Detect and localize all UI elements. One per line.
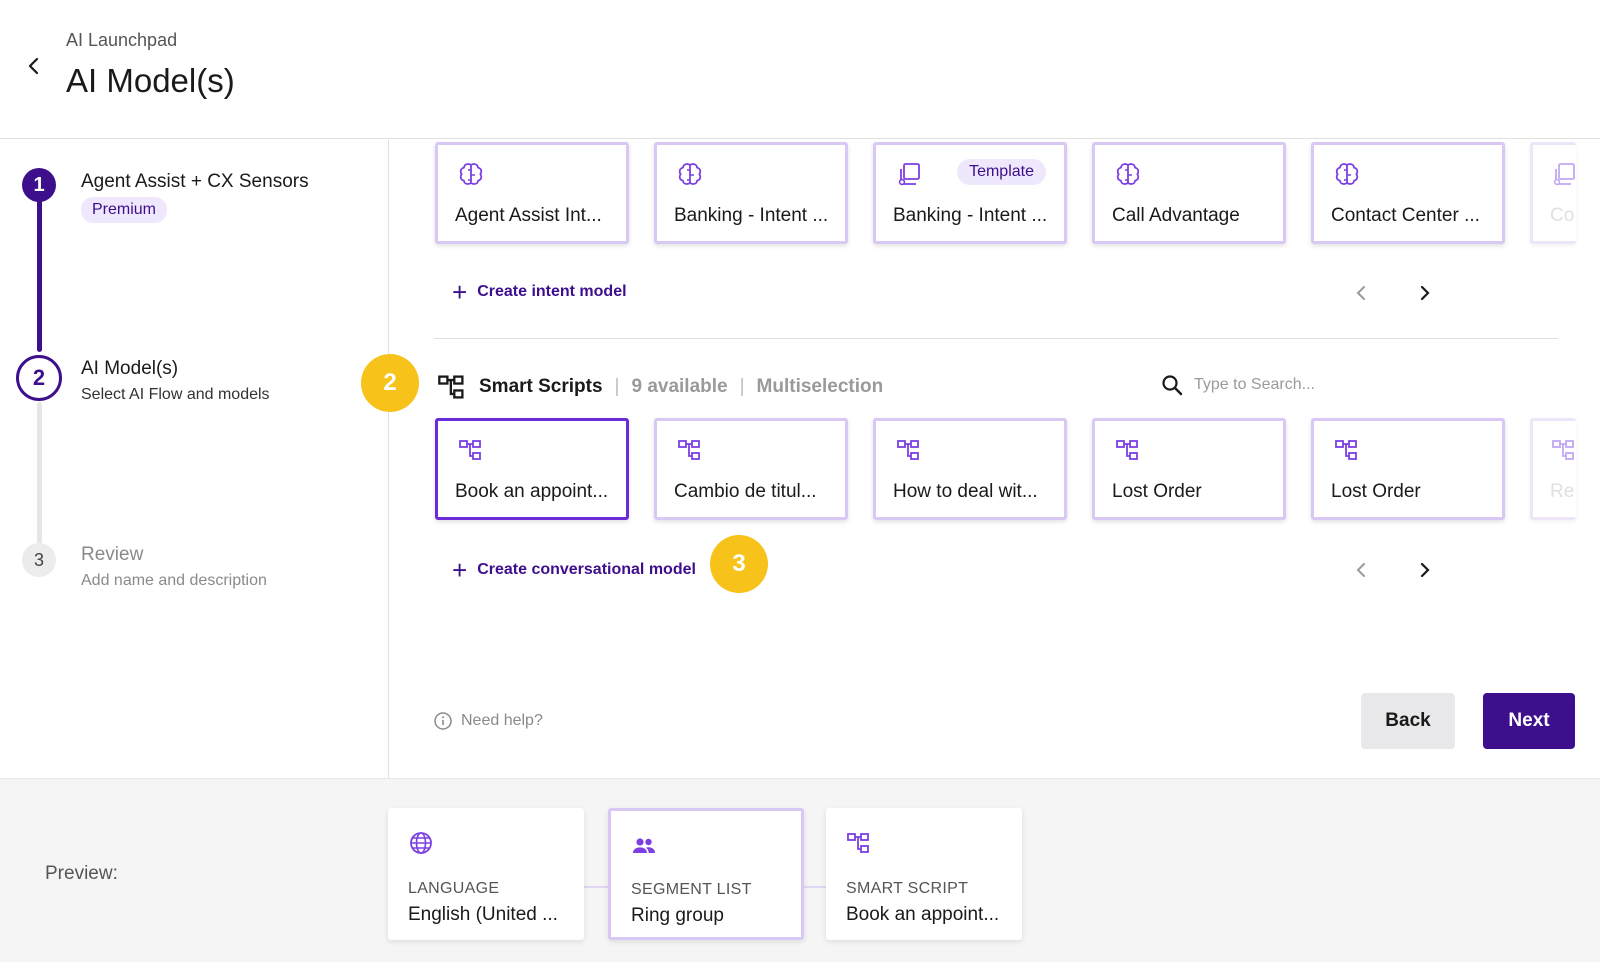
section-title: Smart Scripts <box>479 376 603 397</box>
info-icon <box>434 712 452 730</box>
chevron-right-icon[interactable] <box>1413 559 1435 581</box>
intent-model-card[interactable]: Banking - Intent ... <box>654 142 848 244</box>
available-count: 9 available <box>631 376 728 397</box>
smart-script-card[interactable]: Book an appoint... <box>435 418 629 520</box>
flow-icon <box>437 372 467 402</box>
step-1-title[interactable]: Agent Assist + CX Sensors <box>81 171 309 193</box>
create-conversational-model-link[interactable]: + Create conversational model <box>452 555 696 585</box>
flow-icon <box>846 830 872 856</box>
step-2-indicator: 2 <box>16 355 62 401</box>
brain-icon <box>1334 161 1360 187</box>
step-2-title[interactable]: AI Model(s) <box>81 358 178 380</box>
smart-script-card-partial[interactable]: Re <box>1530 418 1576 520</box>
step-connector-done <box>37 198 42 352</box>
section-divider <box>434 338 1558 339</box>
smart-script-card[interactable]: Lost Order <box>1311 418 1505 520</box>
brain-icon <box>677 161 703 187</box>
plus-icon: + <box>452 555 468 585</box>
card-label: Banking - Intent ... <box>674 205 829 226</box>
card-label: Lost Order <box>1331 481 1421 502</box>
card-label: Book an appoint... <box>455 481 609 502</box>
card-label: Contact Center ... <box>1331 205 1480 226</box>
preview-card-language[interactable]: LANGUAGE English (United ... <box>388 808 584 940</box>
next-button[interactable]: Next <box>1483 693 1575 749</box>
step-3-indicator: 3 <box>22 543 56 577</box>
step-3-title[interactable]: Review <box>81 544 143 566</box>
chevron-right-icon[interactable] <box>1413 282 1435 304</box>
need-help-label: Need help? <box>461 712 543 729</box>
intent-model-card-partial[interactable]: Co <box>1530 142 1576 244</box>
flow-icon <box>896 437 922 463</box>
intent-model-card[interactable]: Call Advantage <box>1092 142 1286 244</box>
selection-mode: Multiselection <box>756 376 884 397</box>
brain-icon <box>1115 161 1141 187</box>
preview-value: Ring group <box>631 905 724 926</box>
create-intent-model-label: Create intent model <box>477 283 627 300</box>
page-title: AI Model(s) <box>66 62 235 99</box>
preview-card-segment-list[interactable]: SEGMENT LIST Ring group <box>608 808 804 940</box>
preview-value: English (United ... <box>408 904 558 925</box>
back-button[interactable]: Back <box>1361 693 1455 749</box>
step-2-subtitle: Select AI Flow and models <box>81 386 270 403</box>
preview-value: Book an appoint... <box>846 904 1000 925</box>
callout-badge-2: 2 <box>361 354 419 412</box>
flow-icon <box>1334 437 1360 463</box>
page-header: AI Launchpad AI Model(s) <box>0 0 1600 139</box>
card-label: Cambio de titul... <box>674 481 817 502</box>
step-1-indicator: 1 <box>22 168 56 202</box>
preview-connector <box>584 886 608 888</box>
search-icon <box>1162 375 1183 396</box>
separator: | <box>614 376 620 397</box>
template-icon <box>1551 161 1577 187</box>
card-label: Banking - Intent ... <box>893 205 1048 226</box>
preview-card-smart-script[interactable]: SMART SCRIPT Book an appoint... <box>826 808 1022 940</box>
flow-icon <box>1115 437 1141 463</box>
premium-badge: Premium <box>81 197 168 223</box>
flow-icon <box>677 437 703 463</box>
search-input[interactable] <box>1194 376 1394 394</box>
chevron-left-icon[interactable] <box>1351 559 1373 581</box>
search-box[interactable] <box>1160 370 1420 400</box>
plus-icon: + <box>452 277 468 307</box>
brain-icon <box>458 161 484 187</box>
card-label: Re <box>1550 481 1575 502</box>
callout-badge-3: 3 <box>710 535 768 593</box>
preview-connector <box>802 886 826 888</box>
need-help-link[interactable]: Need help? <box>433 711 543 731</box>
card-label: Co <box>1550 205 1575 226</box>
people-icon <box>633 838 655 853</box>
smart-script-card[interactable]: Lost Order <box>1092 418 1286 520</box>
card-label: Agent Assist Int... <box>455 205 602 226</box>
globe-icon <box>410 832 432 854</box>
template-icon <box>896 161 922 187</box>
separator: | <box>739 376 745 397</box>
back-arrow-icon[interactable] <box>22 54 46 78</box>
card-label: Call Advantage <box>1112 205 1240 226</box>
preview-caption: SMART SCRIPT <box>846 880 969 897</box>
stepper-sidebar <box>0 140 389 778</box>
card-label: Lost Order <box>1112 481 1202 502</box>
flow-icon <box>458 437 484 463</box>
intent-model-card[interactable]: Contact Center ... <box>1311 142 1505 244</box>
create-intent-model-link[interactable]: + Create intent model <box>452 277 627 307</box>
step-connector-pending <box>37 402 42 544</box>
intent-model-card[interactable]: Agent Assist Int... <box>435 142 629 244</box>
card-label: How to deal wit... <box>893 481 1038 502</box>
preview-caption: SEGMENT LIST <box>631 881 752 898</box>
smart-scripts-header: Smart Scripts | 9 available | Multiselec… <box>437 372 883 402</box>
smart-script-card[interactable]: Cambio de titul... <box>654 418 848 520</box>
flow-icon <box>1551 437 1577 463</box>
create-conversational-model-label: Create conversational model <box>477 561 696 578</box>
intent-model-card[interactable]: Template Banking - Intent ... <box>873 142 1067 244</box>
smart-script-card[interactable]: How to deal wit... <box>873 418 1067 520</box>
preview-label: Preview: <box>45 863 118 884</box>
breadcrumb[interactable]: AI Launchpad <box>66 30 177 51</box>
preview-caption: LANGUAGE <box>408 880 500 897</box>
step-3-subtitle: Add name and description <box>81 572 267 589</box>
chevron-left-icon[interactable] <box>1351 282 1373 304</box>
template-tag: Template <box>957 159 1046 185</box>
